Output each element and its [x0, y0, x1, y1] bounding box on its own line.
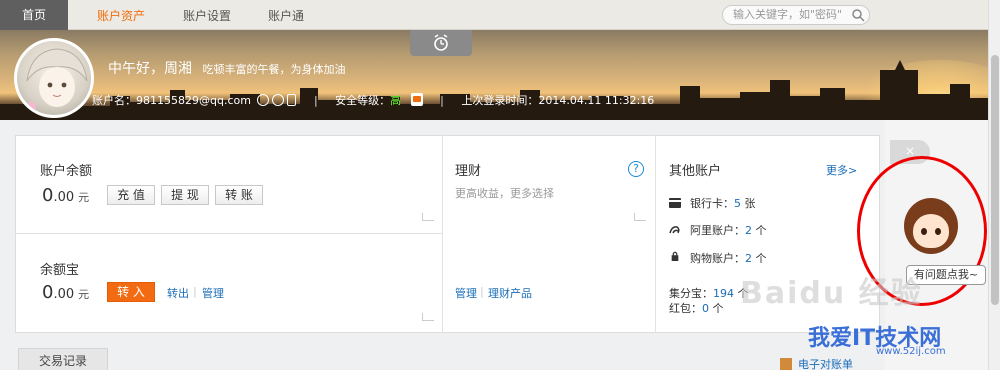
- yuebao-amount-int: 0: [42, 282, 54, 303]
- e-statement-link[interactable]: 电子对账单: [780, 356, 853, 370]
- divider: [442, 135, 443, 333]
- finance-manage-link[interactable]: 管理: [455, 285, 477, 301]
- return-arrow-icon: [422, 213, 434, 221]
- baidu-watermark: Baidu 经验: [740, 276, 923, 311]
- balance-title: 账户余额: [40, 164, 93, 179]
- yuebao-amount: 0.00 元: [42, 282, 89, 303]
- transfer-button[interactable]: 转 账: [215, 185, 263, 205]
- alarm-clock-icon: [434, 34, 448, 51]
- top-nav: 首页 账户资产 账户设置 账户通 输入关键字，如"密码": [0, 0, 988, 30]
- helper-avatar[interactable]: [904, 198, 958, 254]
- account-info-bar: 账户名：981155829@qq.com | 安全等级：高 | 上次登录时间：2…: [92, 92, 654, 110]
- greeting-text: 中午好，周湘: [108, 61, 192, 77]
- ali-account-count[interactable]: 2: [745, 224, 752, 237]
- hongbao-unit: 个: [712, 302, 724, 315]
- balance-amount-int: 0: [42, 185, 54, 206]
- jifenbao-row: 集分宝：194 个: [669, 285, 749, 301]
- shopping-account-count[interactable]: 2: [745, 252, 752, 265]
- withdraw-button[interactable]: 提 现: [161, 185, 209, 205]
- return-arrow-icon: [634, 213, 646, 221]
- hongbao-row: 红包：0 个: [669, 300, 724, 316]
- bank-card-count[interactable]: 5: [734, 197, 741, 210]
- shopping-account-row: 购物账户：2 个: [690, 250, 767, 266]
- hongbao-count[interactable]: 0: [702, 302, 709, 315]
- profile-banner: 中午好，周湘 吃顿丰富的午餐，为身体加油 账户名：981155829@qq.co…: [0, 30, 988, 120]
- recharge-button[interactable]: 充 值: [107, 185, 155, 205]
- greeting-subtitle: 吃顿丰富的午餐，为身体加油: [202, 63, 346, 76]
- bank-card-label: 银行卡：: [690, 197, 734, 210]
- last-login-label: 上次登录时间：: [461, 94, 539, 107]
- help-icon[interactable]: ?: [628, 161, 644, 177]
- yuebao-amount-dec: .00: [53, 287, 75, 302]
- user-verify-icon[interactable]: [257, 94, 270, 106]
- bank-card-row: 银行卡：5 张: [690, 195, 756, 211]
- alarm-button[interactable]: [410, 30, 472, 56]
- document-icon: [780, 358, 792, 370]
- tab-transaction-records[interactable]: 交易记录: [18, 348, 108, 370]
- divider: |: [193, 285, 197, 298]
- ali-account-label: 阿里账户：: [690, 224, 745, 237]
- divider: |: [440, 94, 444, 107]
- divider: [15, 233, 443, 234]
- yuebao-unit: 元: [78, 288, 90, 301]
- other-accounts-title: 其他账户: [669, 164, 722, 179]
- scrollbar-thumb[interactable]: [991, 55, 999, 305]
- shopping-account-label: 购物账户：: [690, 252, 745, 265]
- account-label: 账户名：: [92, 94, 136, 107]
- ali-account-row: 阿里账户：2 个: [690, 222, 767, 238]
- jifenbao-count[interactable]: 194: [713, 287, 734, 300]
- balance-unit: 元: [78, 191, 90, 204]
- hongbao-label: 红包：: [669, 302, 702, 315]
- bank-card-icon: [669, 198, 681, 208]
- yuebao-title: 余额宝: [40, 263, 80, 278]
- transfer-out-link[interactable]: 转出: [167, 285, 189, 301]
- shopping-account-unit: 个: [755, 252, 767, 265]
- yuebao-manage-link[interactable]: 管理: [202, 285, 224, 301]
- jifenbao-label: 集分宝：: [669, 287, 713, 300]
- alipay-account-icon: [669, 226, 680, 234]
- search-icon[interactable]: [851, 8, 865, 22]
- divider: |: [480, 285, 484, 298]
- security-level: 高: [390, 94, 402, 107]
- tab-account-settings[interactable]: 账户设置: [172, 4, 242, 30]
- mobile-bind-icon[interactable]: [272, 94, 285, 106]
- helper-face: [913, 214, 949, 248]
- e-statement-label: 电子对账单: [798, 358, 853, 370]
- return-arrow-icon: [422, 313, 434, 321]
- tab-account-assets[interactable]: 账户资产: [86, 4, 156, 30]
- finance-subtitle: 更高收益，更多选择: [455, 187, 554, 200]
- finance-title: 理财: [455, 164, 482, 179]
- more-link[interactable]: 更多>: [826, 162, 857, 178]
- avatar[interactable]: [14, 38, 94, 118]
- balance-amount-dec: .00: [53, 190, 75, 205]
- phone-icon[interactable]: [287, 94, 297, 106]
- search-placeholder: 输入关键字，如"密码": [733, 8, 843, 21]
- finance-products-link[interactable]: 理财产品: [488, 285, 532, 301]
- lock-icon: [671, 251, 679, 261]
- tab-account-link[interactable]: 账户通: [256, 4, 316, 30]
- greeting: 中午好，周湘 吃顿丰富的午餐，为身体加油: [108, 58, 345, 78]
- divider: [655, 135, 656, 333]
- tab-home[interactable]: 首页: [0, 0, 68, 30]
- account-name: 981155829@qq.com: [136, 94, 251, 107]
- security-label: 安全等级：: [335, 94, 391, 107]
- site-url-watermark: www.52ij.com: [876, 346, 946, 357]
- transfer-in-button[interactable]: 转 入: [107, 282, 155, 302]
- vertical-scrollbar[interactable]: [988, 0, 1000, 370]
- helper-eye: [935, 228, 941, 235]
- divider: |: [313, 94, 318, 107]
- ali-account-unit: 个: [755, 224, 767, 237]
- balance-amount: 0.00 元: [42, 185, 89, 206]
- bank-card-unit: 张: [744, 197, 756, 210]
- search-input[interactable]: 输入关键字，如"密码": [722, 5, 870, 25]
- last-login-time: 2014.04.11 11:32:16: [538, 94, 655, 107]
- security-shield-icon[interactable]: [410, 93, 423, 106]
- helper-eye: [921, 228, 927, 235]
